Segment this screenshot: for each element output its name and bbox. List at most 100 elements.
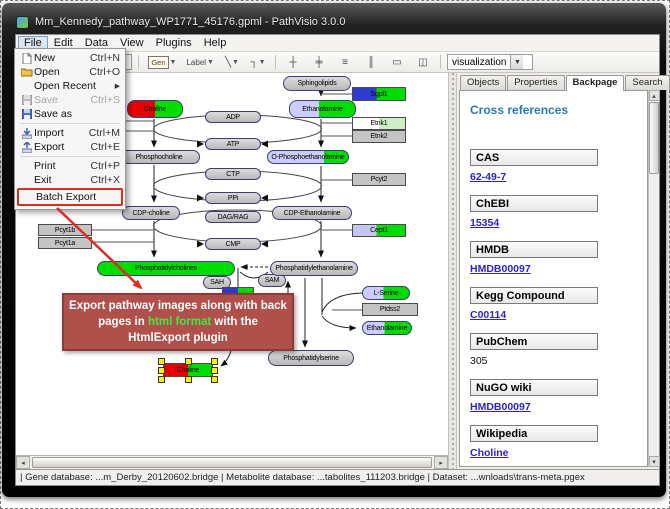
sidebar-tabs: Objects Properties Backpage Search Legen… (457, 73, 659, 90)
node-phosphatidylcholines[interactable]: Phosphatidylcholines (97, 261, 235, 276)
selection-handle[interactable] (158, 358, 165, 365)
xref-link[interactable]: 62-49-7 (470, 171, 637, 183)
import-icon (20, 128, 34, 139)
selection-handle[interactable] (211, 367, 218, 374)
gene-node-sgpl1[interactable]: Sgpl1 (352, 87, 406, 101)
xref-section-kegg: Kegg Compound C00114 (470, 287, 637, 321)
submenu-arrow-icon: ▸ (115, 80, 120, 92)
gene-node-pcyt1b[interactable]: Pcyt1b (38, 224, 92, 236)
scrollbar-thumb[interactable] (649, 102, 659, 174)
node-dag-rag[interactable]: DAG/RAG (205, 211, 261, 223)
gene-node-etnk2[interactable]: Etnk2 (352, 130, 406, 143)
menu-help[interactable]: Help (198, 36, 233, 50)
chevron-down-icon[interactable]: ▼ (259, 59, 266, 66)
align-center-x-button[interactable]: ┼ (282, 54, 304, 71)
stack-button[interactable]: ◫ (412, 54, 434, 71)
title-bar[interactable]: Mm_Kennedy_pathway_WP1771_45176.gpml - P… (16, 12, 652, 32)
node-atp[interactable]: ATP (205, 138, 261, 150)
visualization-value: visualization (448, 57, 510, 68)
distribute-h-button[interactable]: ≡ (334, 54, 356, 71)
line-icon: ╲ (225, 57, 231, 68)
chevron-down-icon[interactable]: ▼ (232, 59, 239, 66)
scrollbar-thumb[interactable] (32, 457, 432, 468)
node-ctp[interactable]: CTP (205, 168, 261, 180)
connector-tool-button[interactable]: ┐▼ (247, 54, 269, 71)
canvas-sidebar-splitter[interactable] (448, 73, 457, 469)
xref-link[interactable]: HMDB00097 (470, 263, 637, 275)
selection-handle[interactable] (185, 358, 192, 365)
node-cdp-choline[interactable]: CDP-choline (122, 206, 180, 220)
node-choline[interactable]: Choline (127, 100, 183, 118)
node-phosphocholine[interactable]: Phosphocholine (118, 150, 200, 164)
selection-handle[interactable] (158, 367, 165, 374)
scroll-up-icon[interactable]: ▴ (649, 90, 660, 101)
scroll-left-icon[interactable]: ◂ (16, 456, 30, 469)
scroll-right-icon[interactable]: ▸ (434, 456, 448, 469)
horizontal-scrollbar[interactable]: ◂ ▸ (16, 455, 448, 469)
tab-search[interactable]: Search (625, 75, 669, 90)
selection-handle[interactable] (211, 376, 218, 383)
chevron-down-icon[interactable]: ▼ (510, 55, 523, 69)
node-adp[interactable]: ADP (205, 111, 261, 123)
status-text: | Gene database: ...m_Derby_20120602.bri… (20, 472, 585, 483)
gene-node-pcyt1a[interactable]: Pcyt1a (38, 237, 92, 249)
xref-link[interactable]: 15354 (470, 217, 637, 229)
node-choline-selected[interactable]: Choline (163, 363, 213, 377)
menu-item-save-as[interactable]: Save as (17, 107, 123, 121)
scroll-down-icon[interactable]: ▾ (649, 456, 660, 467)
annotation-line1: Export pathway images along with back (69, 300, 287, 312)
toolbar-separator (275, 55, 276, 69)
menu-item-batch-export[interactable]: Batch Export (19, 190, 121, 204)
align-center-x-icon: ┼ (289, 57, 296, 68)
menu-item-open-recent[interactable]: Open Recent▸ (17, 79, 123, 93)
backpage-panel: Cross references CAS 62-49-7 ChEBI 15354… (459, 90, 648, 467)
node-cmp[interactable]: CMP (205, 238, 261, 250)
node-ethanolamine-2[interactable]: Ethanolamine (362, 321, 412, 335)
sidebar-vertical-scrollbar[interactable]: ▴ ▾ (648, 90, 659, 467)
export-icon (20, 142, 34, 153)
gene-node-pcyt2[interactable]: Pcyt2 (352, 173, 406, 186)
xref-section-title: PubChem (470, 333, 598, 350)
node-phosphatidylethanolamine[interactable]: Phosphatidylethanolamine (270, 261, 358, 276)
tab-backpage[interactable]: Backpage (566, 75, 625, 91)
node-ppi[interactable]: PPi (205, 192, 261, 204)
menu-item-import[interactable]: ImportCtrl+M (17, 126, 123, 140)
line-tool-button[interactable]: ╲▼ (221, 54, 243, 71)
menu-item-open[interactable]: OpenCtrl+O (17, 65, 123, 79)
label-tool-button[interactable]: Label▼ (183, 54, 217, 71)
node-phosphatidylserine[interactable]: Phosphatidylserine (268, 350, 354, 366)
xref-section-wikipedia: Wikipedia Choline (470, 425, 637, 459)
gene-tool-button[interactable]: Gen▼ (145, 54, 179, 71)
menu-item-new[interactable]: NewCtrl+N (17, 51, 123, 65)
selection-handle[interactable] (158, 376, 165, 383)
menu-plugins[interactable]: Plugins (150, 36, 198, 50)
menu-item-save[interactable]: SaveCtrl+S (17, 93, 123, 107)
selection-handle[interactable] (211, 358, 218, 365)
visualization-combobox[interactable]: visualization ▼ (447, 54, 533, 70)
xref-section-title: Kegg Compound (470, 287, 598, 304)
xref-link[interactable]: Choline (470, 447, 637, 459)
menu-separator (20, 156, 120, 157)
selection-handle[interactable] (185, 376, 192, 383)
tab-objects[interactable]: Objects (460, 75, 506, 90)
chevron-down-icon[interactable]: ▼ (170, 59, 177, 66)
align-center-y-button[interactable]: ╪ (308, 54, 330, 71)
menu-item-print[interactable]: PrintCtrl+P (17, 159, 123, 173)
common-size-button[interactable]: ▭ (386, 54, 408, 71)
chevron-down-icon[interactable]: ▼ (207, 59, 214, 66)
node-l-serine[interactable]: L-Serine (362, 286, 410, 300)
node-ethanolamine[interactable]: Ethanolamine (289, 100, 356, 118)
menu-item-exit[interactable]: ExitCtrl+X (17, 173, 123, 187)
node-o-phosphoethanolamine[interactable]: O-Phosphoethanolamine (267, 150, 349, 164)
gene-node-ptdss2[interactable]: Ptdss2 (362, 303, 418, 316)
xref-link[interactable]: C00114 (470, 309, 637, 321)
node-sphingolipids[interactable]: Sphingolipids (283, 76, 351, 91)
status-bar: | Gene database: ...m_Derby_20120602.bri… (16, 469, 659, 485)
xref-link[interactable]: HMDB00097 (470, 401, 637, 413)
distribute-v-button[interactable]: ║ (360, 54, 382, 71)
gene-node-etnk1[interactable]: Etnk1 (352, 117, 406, 130)
menu-item-export[interactable]: ExportCtrl+E (17, 140, 123, 154)
node-cdp-ethanolamine[interactable]: CDP-Ethanolamine (272, 206, 352, 220)
gene-node-cept1[interactable]: Cept1 (352, 224, 406, 237)
tab-properties[interactable]: Properties (507, 75, 564, 90)
